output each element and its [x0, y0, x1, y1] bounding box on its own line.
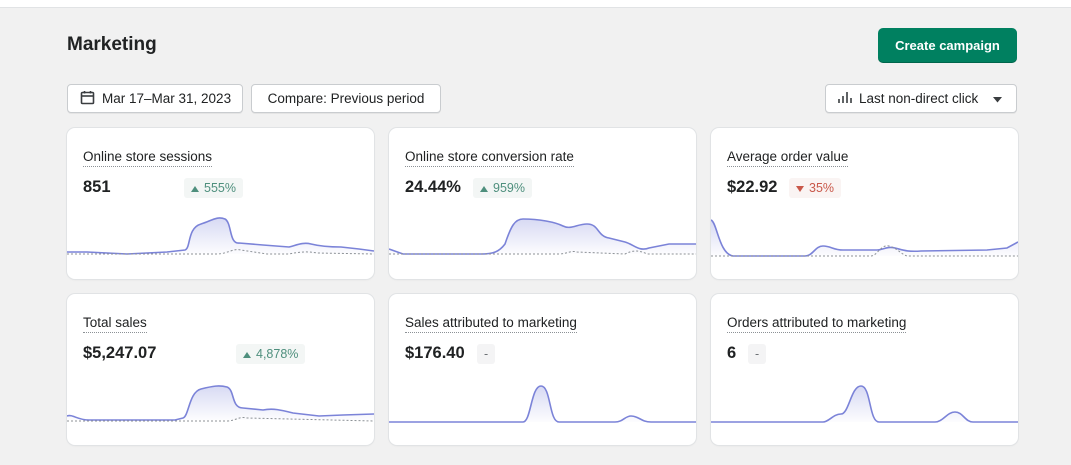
metric-title: Online store sessions [83, 149, 213, 167]
change-value: 555% [204, 181, 236, 195]
metric-value: $22.92 [727, 178, 778, 196]
metric-card-sales-attributed[interactable]: Sales attributed to marketing $176.40 - [389, 294, 696, 445]
change-badge: 959% [473, 178, 532, 198]
metric-title: Average order value [727, 149, 849, 167]
metric-card-average-order-value[interactable]: Average order value $22.92 35% [711, 128, 1018, 279]
metric-card-total-sales[interactable]: Total sales $5,247.07 4,878% [67, 294, 374, 445]
metric-card-conversion-rate[interactable]: Online store conversion rate 24.44% 959% [389, 128, 696, 279]
metric-title: Online store conversion rate [405, 149, 574, 167]
date-range-label: Mar 17–Mar 31, 2023 [102, 91, 232, 106]
sparkline-chart [389, 385, 696, 423]
trend-down-icon [796, 181, 804, 195]
metric-value: 6 [727, 344, 737, 362]
metric-title: Sales attributed to marketing [405, 315, 577, 333]
sparkline-chart [711, 385, 1018, 423]
sparkline-chart [67, 217, 374, 255]
compare-period-button[interactable]: Compare: Previous period [251, 84, 441, 113]
metric-value: $5,247.07 [83, 344, 157, 362]
metric-value: $176.40 [405, 344, 465, 362]
date-range-picker[interactable]: Mar 17–Mar 31, 2023 [67, 84, 243, 113]
change-badge: 4,878% [236, 344, 306, 364]
create-campaign-button[interactable]: Create campaign [878, 28, 1017, 63]
metric-card-online-store-sessions[interactable]: Online store sessions 851 555% [67, 128, 374, 279]
trend-up-icon [243, 347, 251, 361]
change-value: - [755, 347, 760, 361]
trend-up-icon [480, 181, 488, 195]
attribution-label: Last non-direct click [859, 91, 979, 106]
attribution-model-select[interactable]: Last non-direct click [825, 84, 1017, 113]
metric-title: Orders attributed to marketing [727, 315, 907, 333]
calendar-icon [80, 90, 95, 108]
compare-label: Compare: Previous period [267, 91, 425, 106]
metric-value: 24.44% [405, 178, 461, 196]
change-value: 4,878% [256, 347, 299, 361]
change-badge: - [477, 344, 496, 364]
trend-up-icon [191, 181, 199, 195]
sparkline-chart [711, 219, 1018, 257]
page-title: Marketing [67, 34, 157, 55]
change-value: 35% [809, 181, 835, 195]
change-value: 959% [493, 181, 525, 195]
sparkline-chart [389, 218, 696, 255]
change-badge: 35% [789, 178, 842, 198]
metric-value: 851 [83, 178, 111, 196]
caret-down-icon [993, 91, 1003, 106]
sparkline-chart [67, 385, 374, 422]
metric-card-orders-attributed[interactable]: Orders attributed to marketing 6 - [711, 294, 1018, 445]
metric-title: Total sales [83, 315, 147, 333]
change-badge: - [748, 344, 767, 364]
change-badge: 555% [184, 178, 243, 198]
change-value: - [484, 347, 489, 361]
top-bar [0, 0, 1071, 8]
bar-chart-icon [837, 90, 853, 107]
